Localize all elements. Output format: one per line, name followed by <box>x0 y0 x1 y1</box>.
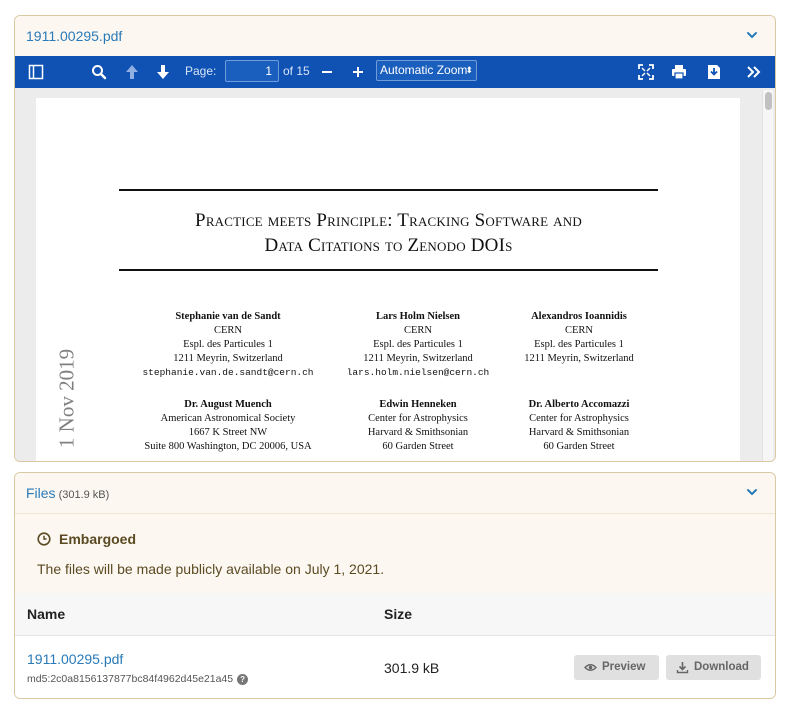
fullscreen-icon[interactable] <box>637 63 655 81</box>
minus-icon[interactable] <box>318 63 336 81</box>
arxiv-date-text: 1 Nov 2019 <box>54 348 79 449</box>
author-address: Harvard & Smithsonian <box>528 427 630 438</box>
author-name: Stephanie van de Sandt <box>175 311 281 322</box>
author-name: Dr. August Muench <box>184 399 272 410</box>
select-arrows-icon: ⬍ <box>465 65 473 75</box>
pdf-scrollbar[interactable] <box>762 90 773 461</box>
embargo-message: The files will be made publicly availabl… <box>37 561 385 577</box>
table-row: 1911.00295.pdf md5:2c0a8156137877bc84f49… <box>15 637 775 698</box>
page-label: Page: <box>185 64 217 78</box>
pdf-toolbar: Page: 1 of 15 Automatic Zoom ⬍ <box>15 56 775 88</box>
author-address: Espl. des Particules 1 <box>183 339 273 350</box>
author-block: Alexandros Ioannidis CERN Espl. des Part… <box>479 310 679 366</box>
author-affiliation: CERN <box>213 325 242 336</box>
preview-panel-title[interactable]: 1911.00295.pdf <box>26 28 122 44</box>
chevron-down-icon[interactable] <box>745 485 759 499</box>
embargo-title: Embargoed <box>59 531 137 547</box>
embargo-heading: Embargoed <box>37 531 136 547</box>
question-icon[interactable]: ? <box>237 674 249 685</box>
files-panel-header[interactable]: Files (301.9 kB) <box>15 473 775 513</box>
preview-panel: 1911.00295.pdf Page: 1 of 15 Automatic Z… <box>14 15 776 462</box>
pdf-scrollbar-thumb[interactable] <box>765 92 772 110</box>
plus-icon[interactable] <box>349 63 367 81</box>
page-number-input[interactable]: 1 <box>225 60 279 82</box>
author-city: 60 Garden Street <box>543 441 615 452</box>
preview-panel-header[interactable]: 1911.00295.pdf <box>15 16 775 56</box>
files-title-text: Files <box>26 485 56 501</box>
files-size-note: (301.9 kB) <box>58 489 110 501</box>
zoom-select[interactable]: Automatic Zoom ⬍ <box>376 60 477 81</box>
download-button[interactable]: Download <box>666 655 761 680</box>
clock-icon <box>37 532 51 546</box>
arrow-down-icon[interactable] <box>154 63 172 81</box>
preview-button[interactable]: Preview <box>574 655 659 680</box>
author-email: lars.holm.nielsen@cern.ch <box>346 367 490 378</box>
sidebar-toggle-icon[interactable] <box>27 63 45 81</box>
paper-title: Practice meets Principle: Tracking Softw… <box>119 208 658 258</box>
file-md5: md5:2c0a8156137877bc84f4962d45e21a45 <box>27 673 234 685</box>
search-icon[interactable] <box>90 63 108 81</box>
eye-icon <box>584 664 597 671</box>
pdf-viewer[interactable]: Practice meets Principle: Tracking Softw… <box>15 88 775 461</box>
title-rule-top <box>119 189 658 191</box>
author-address: Espl. des Particules 1 <box>534 339 624 350</box>
paper-title-line-2: Data Citations to Zenodo DOIs <box>264 235 513 256</box>
title-rule-bottom <box>119 269 658 271</box>
chevron-down-icon[interactable] <box>745 28 759 42</box>
author-affiliation: American Astronomical Society <box>160 413 296 424</box>
column-header-size: Size <box>384 606 413 622</box>
file-name-link[interactable]: 1911.00295.pdf <box>27 651 123 667</box>
author-address: 1667 K Street NW <box>188 427 268 438</box>
file-size: 301.9 kB <box>384 660 440 676</box>
author-city: Suite 800 Washington, DC 20006, USA <box>144 441 312 452</box>
save-icon[interactable] <box>705 63 723 81</box>
author-city: 1211 Meyrin, Switzerland <box>524 353 634 364</box>
double-chevron-right-icon[interactable] <box>745 63 763 81</box>
files-panel-title[interactable]: Files (301.9 kB) <box>26 485 109 501</box>
author-city: 1211 Meyrin, Switzerland <box>173 353 283 364</box>
file-checksum: md5:2c0a8156137877bc84f4962d45e21a45? <box>27 673 249 685</box>
author-name: Alexandros Ioannidis <box>531 311 627 322</box>
author-email: stephanie.van.de.sandt@cern.ch <box>142 367 314 378</box>
embargo-notice: Embargoed The files will be made publicl… <box>15 513 775 593</box>
author-affiliation: Center for Astrophysics <box>529 413 629 424</box>
page-total: of 15 <box>283 64 310 78</box>
author-block: Dr. August Muench American Astronomical … <box>128 398 328 454</box>
download-button-label: Download <box>694 661 749 673</box>
paper-title-line-1: Practice meets Principle: Tracking Softw… <box>195 210 582 231</box>
download-icon <box>676 662 689 674</box>
author-block: Dr. Alberto Accomazzi Center for Astroph… <box>479 398 679 454</box>
preview-button-label: Preview <box>602 661 646 673</box>
arxiv-date-stamp: 1 Nov 2019 <box>54 343 79 453</box>
print-icon[interactable] <box>670 63 688 81</box>
pdf-page: Practice meets Principle: Tracking Softw… <box>36 98 740 461</box>
author-affiliation: CERN <box>564 325 593 336</box>
files-panel: Files (301.9 kB) Embargoed The files will… <box>14 472 776 699</box>
author-name: Dr. Alberto Accomazzi <box>528 399 630 410</box>
column-header-name: Name <box>27 606 66 622</box>
zoom-select-value: Automatic Zoom <box>380 63 468 77</box>
author-block: Stephanie van de Sandt CERN Espl. des Pa… <box>128 310 328 380</box>
arrow-up-icon[interactable] <box>123 63 141 81</box>
files-table-header: Name Size <box>15 593 775 636</box>
